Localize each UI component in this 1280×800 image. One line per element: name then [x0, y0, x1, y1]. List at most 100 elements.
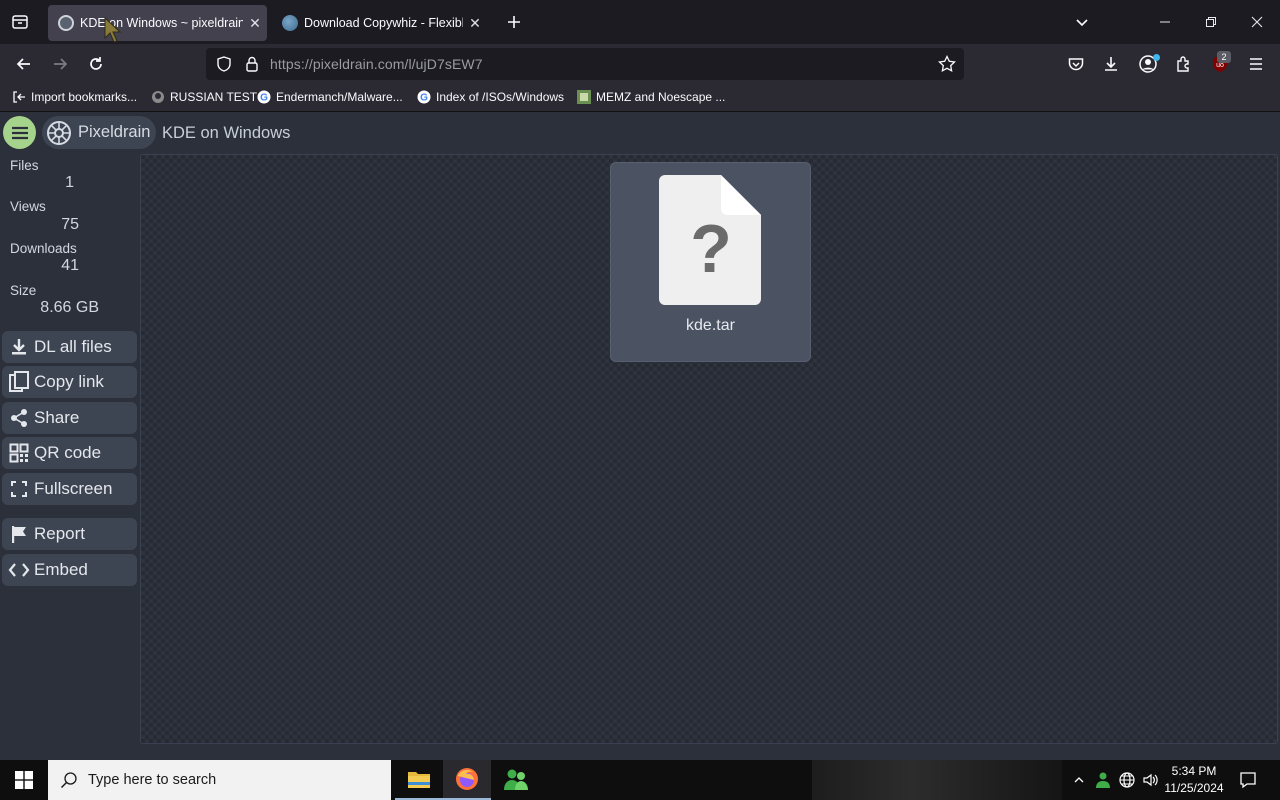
page-title: KDE on Windows [162, 124, 291, 142]
people-tray-icon[interactable] [1092, 760, 1114, 800]
bookmark-memz[interactable]: MEMZ and Noescape ... [577, 90, 725, 104]
github-icon [152, 91, 164, 103]
svg-text:uo: uo [1216, 62, 1224, 69]
url-bar[interactable]: https://pixeldrain.com/l/ujD7sEW7 [206, 48, 964, 80]
clock-time: 5:34 PM [1171, 764, 1217, 778]
download-all-button[interactable]: DL all files [2, 331, 137, 363]
copy-link-label: Copy link [34, 372, 104, 391]
copy-icon [8, 371, 30, 393]
unknown-file-glyph: ? [690, 211, 732, 287]
qr-code-label: QR code [34, 443, 102, 462]
menu-button[interactable] [3, 116, 36, 149]
chevron-down-icon[interactable] [1068, 8, 1096, 36]
stat-value-size: 8.66 GB [40, 299, 99, 316]
tab-title: Download Copywhiz - Flexible [304, 16, 463, 30]
globe-favicon [282, 15, 298, 31]
restore-icon[interactable] [1188, 0, 1234, 44]
bookmarks-toolbar: Import bookmarks... RUSSIAN TEST G Ender… [0, 84, 1280, 112]
google-icon: G [417, 90, 431, 104]
fullscreen-button[interactable]: Fullscreen [2, 473, 137, 505]
start-button[interactable] [0, 760, 48, 800]
fullscreen-icon [8, 478, 30, 500]
shield-icon[interactable] [216, 56, 232, 72]
image-icon [577, 90, 591, 104]
taskbar-wallpaper-peek [812, 760, 1062, 800]
sidebar: Files 1 Views 75 Downloads 41 Size 8.66 … [0, 154, 140, 760]
stat-label-size: Size [10, 283, 37, 298]
browser-tab-bar: KDE on Windows ~ pixeldrain ✕ Download C… [0, 0, 1280, 44]
stat-value-views: 75 [61, 216, 79, 233]
share-button[interactable]: Share [2, 402, 137, 434]
qr-code-button[interactable]: QR code [2, 437, 137, 469]
bookmark-endermanch[interactable]: G Endermanch/Malware... [257, 90, 403, 104]
tab-pixeldrain[interactable]: KDE on Windows ~ pixeldrain ✕ [48, 5, 267, 41]
close-tab-icon[interactable]: ✕ [243, 15, 267, 32]
pixeldrain-logo-icon [47, 120, 71, 145]
stat-value-files: 1 [65, 174, 74, 191]
new-tab-icon[interactable] [500, 8, 528, 36]
windows-logo-icon [15, 771, 33, 789]
page-header: Pixeldrain KDE on Windows [0, 112, 1280, 154]
hamburger-menu-icon[interactable] [1242, 50, 1270, 78]
share-icon [8, 407, 30, 429]
code-icon [8, 559, 30, 581]
download-all-label: DL all files [34, 337, 112, 356]
bookmark-label: MEMZ and Noescape ... [596, 90, 726, 104]
pixeldrain-page: Pixeldrain KDE on Windows Files 1 Views … [0, 112, 1280, 760]
pixeldrain-home-link[interactable]: Pixeldrain [42, 116, 156, 149]
pocket-icon[interactable] [1062, 50, 1090, 78]
tab-copywhiz[interactable]: Download Copywhiz - Flexible ✕ [272, 5, 487, 41]
account-notification-dot [1153, 54, 1160, 61]
minimize-icon[interactable] [1142, 0, 1188, 44]
copy-link-button[interactable]: Copy link [2, 366, 137, 398]
firefox-taskbar-icon[interactable] [443, 760, 491, 800]
report-button[interactable]: Report [2, 518, 137, 550]
extension-badge: 2 [1217, 51, 1231, 63]
taskbar-clock[interactable]: 5:34 PM 11/25/2024 [1158, 763, 1230, 797]
stat-label-downloads: Downloads [10, 241, 77, 256]
notifications-icon[interactable] [1234, 760, 1262, 800]
windows-taskbar: Type here to search 5:34 PM 11/25/2024 [0, 760, 1280, 800]
share-label: Share [34, 408, 80, 427]
stat-value-downloads: 41 [61, 257, 79, 274]
bookmark-label: RUSSIAN TEST [170, 90, 258, 104]
network-globe-icon[interactable] [1116, 760, 1138, 800]
embed-label: Embed [34, 560, 88, 579]
search-icon [60, 772, 77, 789]
clock-date: 11/25/2024 [1164, 781, 1224, 795]
close-tab-icon[interactable]: ✕ [463, 15, 487, 32]
report-label: Report [34, 524, 86, 543]
show-hidden-icons-chevron-icon[interactable] [1068, 760, 1090, 800]
hamburger-icon [11, 126, 28, 139]
tab-list-icon[interactable] [6, 8, 34, 36]
svg-text:G: G [420, 93, 428, 104]
embed-button[interactable]: Embed [2, 554, 137, 586]
pixeldrain-favicon [58, 15, 74, 31]
svg-text:G: G [260, 93, 268, 104]
downloads-icon[interactable] [1097, 50, 1125, 78]
file-item[interactable]: ? kde.tar [610, 162, 811, 362]
stat-label-views: Views [10, 199, 46, 214]
fullscreen-label: Fullscreen [34, 479, 113, 498]
bookmark-star-icon[interactable] [938, 55, 956, 73]
bookmark-isos[interactable]: G Index of /ISOs/Windows [417, 90, 564, 104]
back-icon[interactable] [10, 50, 38, 78]
messenger-taskbar-icon[interactable] [492, 760, 540, 800]
bookmark-label: Endermanch/Malware... [276, 90, 403, 104]
download-icon [8, 336, 30, 358]
bookmark-label: Import bookmarks... [31, 90, 138, 104]
lock-icon[interactable] [244, 55, 260, 73]
bookmark-russian-test[interactable]: RUSSIAN TEST [151, 90, 257, 104]
file-explorer-taskbar-icon[interactable] [395, 760, 443, 800]
reload-icon[interactable] [82, 50, 110, 78]
forward-icon[interactable] [46, 50, 74, 78]
close-window-icon[interactable] [1234, 0, 1280, 44]
bookmark-import[interactable]: Import bookmarks... [12, 90, 137, 104]
file-viewer: ? kde.tar [140, 154, 1278, 744]
bookmark-label: Index of /ISOs/Windows [436, 90, 565, 104]
qr-code-icon [8, 442, 30, 464]
url-text[interactable]: https://pixeldrain.com/l/ujD7sEW7 [270, 56, 483, 72]
extensions-icon[interactable] [1170, 50, 1198, 78]
taskbar-search-box[interactable]: Type here to search [48, 760, 391, 800]
google-icon: G [257, 90, 271, 104]
